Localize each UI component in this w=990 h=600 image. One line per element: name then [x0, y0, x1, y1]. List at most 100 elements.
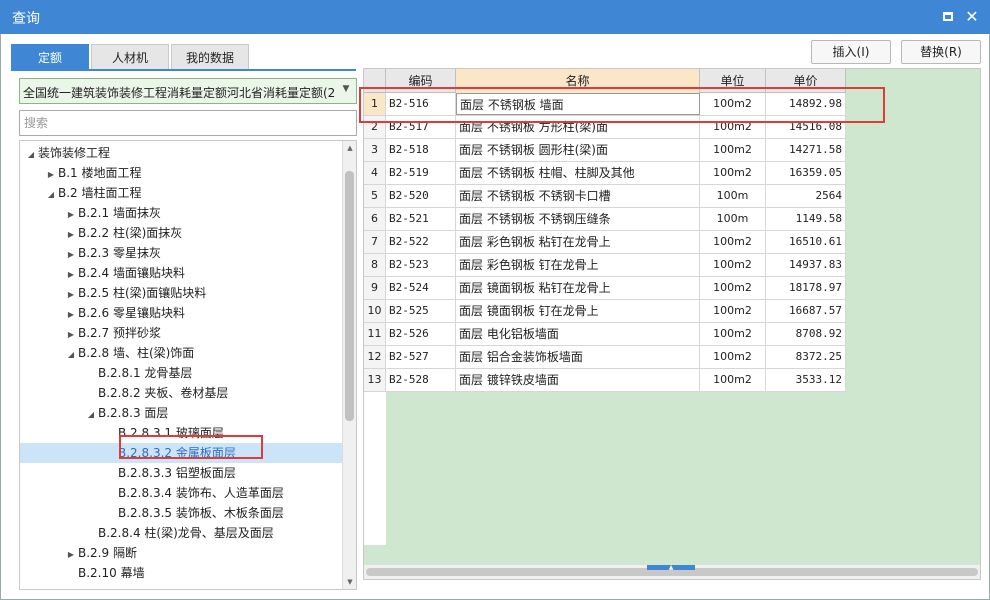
- row-index[interactable]: 5: [364, 185, 386, 207]
- tree-item[interactable]: ◢ B.2.8.3 面层: [20, 403, 342, 423]
- row-index[interactable]: 9: [364, 277, 386, 299]
- grid-horizontal-scrollbar[interactable]: ▲: [364, 565, 980, 579]
- header-code[interactable]: 编码: [386, 69, 456, 93]
- table-row[interactable]: 6 B2-521 面层 不锈钢板 不锈钢压缝条 100m 1149.58: [364, 208, 846, 231]
- table-row[interactable]: 11 B2-526 面层 电化铝板墙面 100m2 8708.92: [364, 323, 846, 346]
- collapsed-arrow-icon[interactable]: ▶: [64, 225, 78, 245]
- tree-item[interactable]: ▶ B.2.5 柱(梁)面镶贴块料: [20, 283, 342, 303]
- cell-unit[interactable]: 100m2: [700, 139, 766, 161]
- cell-name[interactable]: 面层 不锈钢板 不锈钢卡口槽: [456, 185, 700, 207]
- table-row[interactable]: 3 B2-518 面层 不锈钢板 圆形柱(梁)面 100m2 14271.58: [364, 139, 846, 162]
- tree-item[interactable]: B.2.8.4 柱(梁)龙骨、基层及面层: [20, 523, 342, 543]
- close-button[interactable]: ✕: [962, 7, 982, 27]
- row-index[interactable]: 1: [364, 93, 386, 115]
- tree-item[interactable]: ▶ B.1 楼地面工程: [20, 163, 342, 183]
- cell-name[interactable]: 面层 铝合金装饰板墙面: [456, 346, 700, 368]
- expanded-arrow-icon[interactable]: ◢: [24, 145, 38, 165]
- cell-code[interactable]: B2-527: [386, 346, 456, 368]
- table-row[interactable]: 8 B2-523 面层 彩色钢板 钉在龙骨上 100m2 14937.83: [364, 254, 846, 277]
- cell-price[interactable]: 8372.25: [766, 346, 846, 368]
- row-index[interactable]: 13: [364, 369, 386, 391]
- cell-price[interactable]: 14937.83: [766, 254, 846, 276]
- cell-code[interactable]: B2-520: [386, 185, 456, 207]
- cell-price[interactable]: 14516.08: [766, 116, 846, 138]
- tree-item[interactable]: ◢ B.2 墙柱面工程: [20, 183, 342, 203]
- cell-name[interactable]: 面层 不锈钢板 柱帽、柱脚及其他: [456, 162, 700, 184]
- tree-item[interactable]: B.2.8.3.1 玻璃面层: [20, 423, 342, 443]
- cell-price[interactable]: 14892.98: [766, 93, 846, 115]
- cell-price[interactable]: 2564: [766, 185, 846, 207]
- cell-code[interactable]: B2-528: [386, 369, 456, 391]
- cell-price[interactable]: 18178.97: [766, 277, 846, 299]
- cell-name[interactable]: 面层 彩色钢板 钉在龙骨上: [456, 254, 700, 276]
- cell-code[interactable]: B2-516: [386, 93, 456, 115]
- cell-name[interactable]: 面层 镀锌铁皮墙面: [456, 369, 700, 391]
- cell-name[interactable]: 面层 镜面钢板 钉在龙骨上: [456, 300, 700, 322]
- splitter-grip-icon[interactable]: ▲: [647, 565, 695, 571]
- cell-name[interactable]: 面层 不锈钢板 方形柱(梁)面: [456, 116, 700, 138]
- tree-item[interactable]: B.2.8.1 龙骨基层: [20, 363, 342, 383]
- tree-item[interactable]: B.2.8.2 夹板、卷材基层: [20, 383, 342, 403]
- collapsed-arrow-icon[interactable]: ▶: [64, 285, 78, 305]
- expanded-arrow-icon[interactable]: ◢: [44, 185, 58, 205]
- cell-name[interactable]: 面层 电化铝板墙面: [456, 323, 700, 345]
- cell-code[interactable]: B2-518: [386, 139, 456, 161]
- header-price[interactable]: 单价: [766, 69, 846, 93]
- scroll-down-icon[interactable]: ▼: [343, 575, 356, 589]
- cell-code[interactable]: B2-526: [386, 323, 456, 345]
- tree-item[interactable]: ▶ B.2.1 墙面抹灰: [20, 203, 342, 223]
- collapsed-arrow-icon[interactable]: ▶: [64, 245, 78, 265]
- cell-code[interactable]: B2-517: [386, 116, 456, 138]
- cell-unit[interactable]: 100m2: [700, 231, 766, 253]
- scroll-up-icon[interactable]: ▲: [343, 141, 356, 155]
- expanded-arrow-icon[interactable]: ◢: [64, 345, 78, 365]
- row-index[interactable]: 6: [364, 208, 386, 230]
- cell-price[interactable]: 14271.58: [766, 139, 846, 161]
- tree-item[interactable]: B.2.8.3.4 装饰布、人造革面层: [20, 483, 342, 503]
- table-row[interactable]: 4 B2-519 面层 不锈钢板 柱帽、柱脚及其他 100m2 16359.05: [364, 162, 846, 185]
- cell-code[interactable]: B2-522: [386, 231, 456, 253]
- cell-unit[interactable]: 100m2: [700, 346, 766, 368]
- cell-unit[interactable]: 100m2: [700, 323, 766, 345]
- cell-price[interactable]: 16510.61: [766, 231, 846, 253]
- tree-item[interactable]: ▶ B.2.3 零星抹灰: [20, 243, 342, 263]
- tree-item[interactable]: ▶ B.2.7 预拌砂浆: [20, 323, 342, 343]
- row-index[interactable]: 11: [364, 323, 386, 345]
- cell-unit[interactable]: 100m: [700, 208, 766, 230]
- cell-price[interactable]: 16687.57: [766, 300, 846, 322]
- cell-unit[interactable]: 100m2: [700, 369, 766, 391]
- cell-name[interactable]: 面层 镜面钢板 粘钉在龙骨上: [456, 277, 700, 299]
- tab-quota[interactable]: 定额: [11, 44, 89, 70]
- chevron-down-icon[interactable]: ▼: [339, 84, 353, 94]
- cell-unit[interactable]: 100m2: [700, 254, 766, 276]
- tree-item[interactable]: ▶ B.2.9 隔断: [20, 543, 342, 563]
- maximize-button[interactable]: [938, 7, 958, 27]
- table-row[interactable]: 2 B2-517 面层 不锈钢板 方形柱(梁)面 100m2 14516.08: [364, 116, 846, 139]
- cell-price[interactable]: 1149.58: [766, 208, 846, 230]
- collapsed-arrow-icon[interactable]: ▶: [64, 205, 78, 225]
- tree-item[interactable]: ◢ 装饰装修工程: [20, 143, 342, 163]
- cell-code[interactable]: B2-524: [386, 277, 456, 299]
- tree-item[interactable]: ▶ B.2.4 墙面镶贴块料: [20, 263, 342, 283]
- cell-unit[interactable]: 100m2: [700, 277, 766, 299]
- row-index[interactable]: 2: [364, 116, 386, 138]
- expanded-arrow-icon[interactable]: ◢: [84, 405, 98, 425]
- cell-unit[interactable]: 100m2: [700, 116, 766, 138]
- cell-price[interactable]: 16359.05: [766, 162, 846, 184]
- cell-code[interactable]: B2-519: [386, 162, 456, 184]
- header-name[interactable]: 名称: [456, 69, 700, 93]
- collapsed-arrow-icon[interactable]: ▶: [64, 265, 78, 285]
- collapsed-arrow-icon[interactable]: ▶: [64, 325, 78, 345]
- tree-scrollbar[interactable]: ▲ ▼: [342, 141, 356, 589]
- header-unit[interactable]: 单位: [700, 69, 766, 93]
- row-index[interactable]: 4: [364, 162, 386, 184]
- cell-name[interactable]: 面层 不锈钢板 墙面: [456, 93, 700, 115]
- tree-item[interactable]: B.2.8.3.2 金属板面层: [20, 443, 342, 463]
- row-index[interactable]: 10: [364, 300, 386, 322]
- table-row[interactable]: 13 B2-528 面层 镀锌铁皮墙面 100m2 3533.12: [364, 369, 846, 392]
- cell-name[interactable]: 面层 不锈钢板 圆形柱(梁)面: [456, 139, 700, 161]
- cell-unit[interactable]: 100m2: [700, 93, 766, 115]
- scrollbar-thumb[interactable]: [345, 171, 354, 421]
- table-row[interactable]: 9 B2-524 面层 镜面钢板 粘钉在龙骨上 100m2 18178.97: [364, 277, 846, 300]
- row-index[interactable]: 3: [364, 139, 386, 161]
